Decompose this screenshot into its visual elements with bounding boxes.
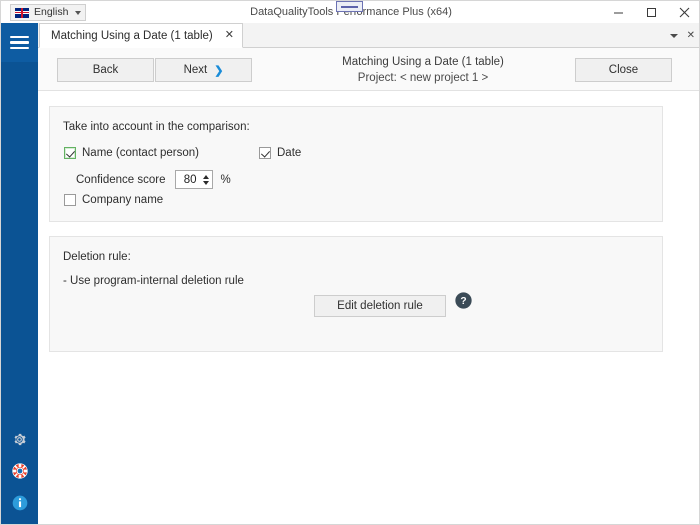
- checkbox-row-company-name[interactable]: Company name: [64, 194, 163, 206]
- minimize-button[interactable]: [602, 1, 635, 23]
- arrow-down-icon[interactable]: [203, 181, 209, 185]
- tab-strip: Matching Using a Date (1 table) ✕ ✕: [38, 23, 699, 48]
- uk-flag-icon: [15, 8, 29, 18]
- comparison-heading: Take into account in the comparison:: [63, 121, 250, 133]
- question-mark-icon: ?: [455, 292, 472, 309]
- checkbox-row-name[interactable]: Name (contact person): [64, 147, 199, 159]
- arrow-up-icon[interactable]: [203, 175, 209, 179]
- close-view-button-label: Close: [609, 64, 638, 76]
- window-controls: [602, 1, 700, 23]
- chevron-down-icon: [75, 11, 81, 15]
- gear-icon: [12, 432, 27, 447]
- lifebuoy-icon: [12, 463, 28, 479]
- rail-icon-group: [1, 423, 38, 519]
- command-bar: Back Next ❯ Matching Using a Date (1 tab…: [38, 48, 699, 91]
- tab-matching-using-a-date[interactable]: Matching Using a Date (1 table) ✕: [39, 23, 243, 48]
- checkbox-name-label: Name (contact person): [82, 147, 199, 159]
- edit-deletion-rule-button[interactable]: Edit deletion rule: [314, 295, 446, 317]
- project-subtitle: Project: < new project 1 >: [268, 70, 578, 86]
- confidence-score-label: Confidence score: [76, 174, 166, 186]
- confidence-score-stepper[interactable]: 80: [175, 170, 213, 189]
- comparison-panel: Take into account in the comparison: Nam…: [49, 106, 663, 222]
- tab-strip-controls: ✕: [670, 23, 695, 48]
- confidence-score-value[interactable]: 80: [176, 174, 201, 186]
- info-button[interactable]: [1, 487, 38, 519]
- checkbox-name-contact-person[interactable]: [64, 147, 76, 159]
- page-title-block: Matching Using a Date (1 table) Project:…: [268, 54, 578, 86]
- window-drag-handle[interactable]: [336, 1, 363, 12]
- deletion-rule-panel: Deletion rule: - Use program-internal de…: [49, 236, 663, 352]
- maximize-button[interactable]: [635, 1, 668, 23]
- settings-button[interactable]: [1, 423, 38, 455]
- language-selector[interactable]: English: [10, 4, 86, 21]
- left-rail: [1, 23, 38, 525]
- checkbox-row-date[interactable]: Date: [259, 147, 301, 159]
- language-label: English: [34, 5, 68, 20]
- deletion-rule-heading: Deletion rule:: [63, 251, 131, 263]
- tab-label: Matching Using a Date (1 table): [51, 30, 213, 42]
- info-icon: [12, 495, 28, 511]
- svg-text:?: ?: [460, 296, 466, 307]
- checkbox-date-label: Date: [277, 147, 301, 159]
- application-window: DataQualityTools Performance Plus (x64) …: [0, 0, 700, 525]
- edit-deletion-rule-label: Edit deletion rule: [337, 300, 423, 312]
- confidence-score-row: Confidence score 80 %: [76, 170, 231, 189]
- next-button-label: Next: [184, 64, 208, 76]
- title-bar: DataQualityTools Performance Plus (x64) …: [1, 1, 700, 23]
- support-button[interactable]: [1, 455, 38, 487]
- close-button[interactable]: [668, 1, 700, 23]
- back-button-label: Back: [93, 64, 119, 76]
- next-button[interactable]: Next ❯: [155, 58, 252, 82]
- checkbox-company-name[interactable]: [64, 194, 76, 206]
- stepper-arrows: [201, 171, 212, 188]
- chevron-down-icon[interactable]: [670, 34, 678, 38]
- chevron-right-icon: ❯: [214, 64, 223, 77]
- close-icon[interactable]: ✕: [687, 31, 695, 41]
- help-button[interactable]: ?: [455, 292, 472, 309]
- checkbox-company-name-label: Company name: [82, 194, 163, 206]
- menu-button[interactable]: [1, 23, 38, 62]
- page-title: Matching Using a Date (1 table): [268, 54, 578, 70]
- confidence-score-unit: %: [221, 174, 231, 186]
- deletion-rule-text: - Use program-internal deletion rule: [63, 275, 244, 287]
- close-icon[interactable]: ✕: [225, 30, 234, 41]
- checkbox-date[interactable]: [259, 147, 271, 159]
- close-view-button[interactable]: Close: [575, 58, 672, 82]
- back-button[interactable]: Back: [57, 58, 154, 82]
- content-area: Take into account in the comparison: Nam…: [38, 91, 699, 525]
- hamburger-icon: [10, 33, 29, 53]
